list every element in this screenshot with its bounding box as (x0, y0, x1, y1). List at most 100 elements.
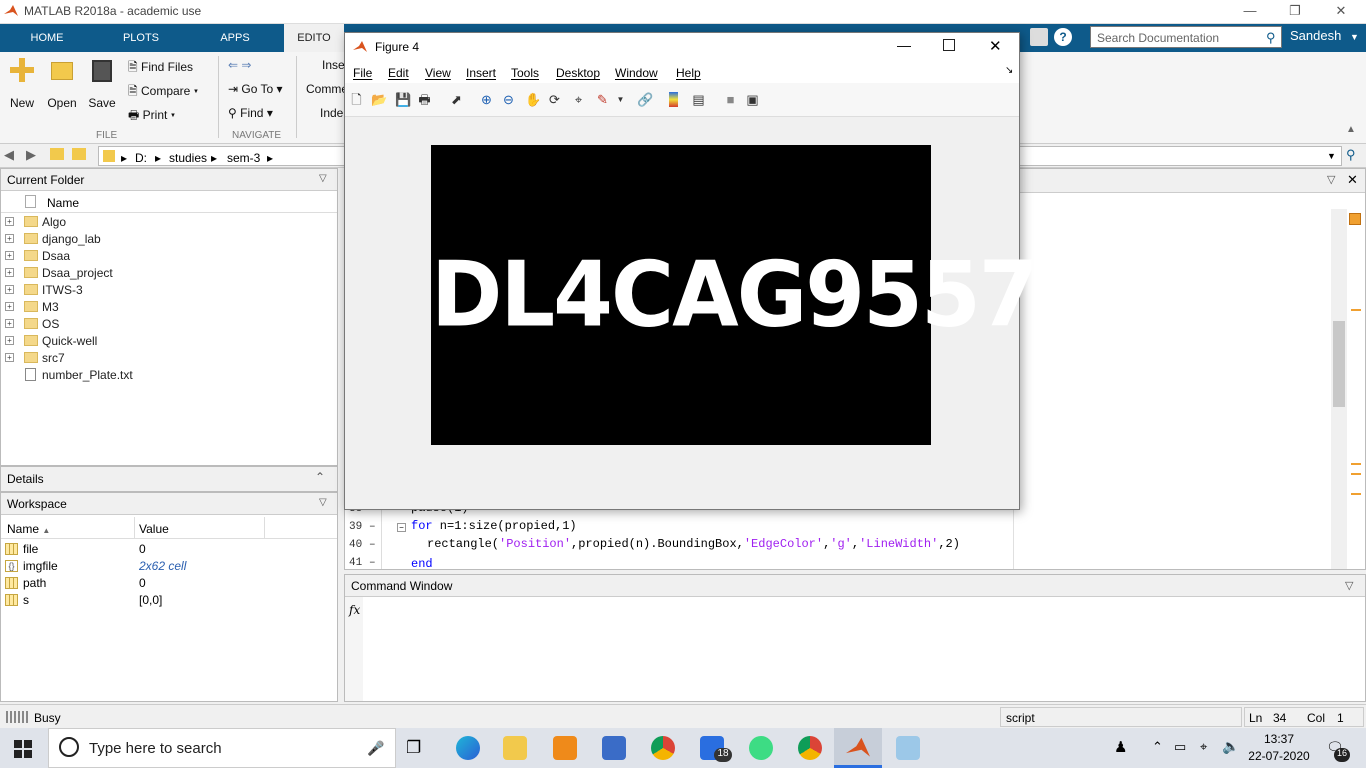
data-cursor-icon[interactable]: ⌖ (571, 92, 586, 107)
table-row[interactable]: path 0 (1, 575, 337, 592)
tab-plots[interactable]: PLOTS (94, 24, 188, 52)
wifi-icon[interactable]: ⌖ (1200, 739, 1207, 755)
volume-icon[interactable]: 🔈 (1222, 738, 1239, 755)
dock-icon[interactable]: ↘ (1005, 65, 1013, 76)
show-plot-tools-icon[interactable]: ▣ (745, 92, 760, 107)
crumb-drive[interactable]: D: (135, 151, 147, 165)
brush-icon[interactable]: ✎ (595, 92, 610, 107)
workspace-value-header[interactable]: Value (139, 522, 169, 536)
command-window-panel[interactable]: Command Window ▽ fx (344, 574, 1366, 702)
editor-scrollbar[interactable] (1331, 209, 1347, 569)
windows-start-icon[interactable] (14, 740, 32, 758)
search-documentation-input[interactable]: Search Documentation (1090, 26, 1282, 48)
list-item[interactable]: + M3 (1, 299, 337, 316)
app-icon[interactable] (896, 736, 920, 760)
microphone-icon[interactable]: 🎤 (367, 740, 384, 757)
new-figure-icon[interactable]: 🗋 (349, 92, 364, 107)
expand-icon[interactable]: + (5, 319, 14, 328)
print-figure-icon[interactable]: 🖶 (417, 92, 432, 107)
expand-icon[interactable]: + (5, 285, 14, 294)
compare-button[interactable]: 🗎 Compare ▾ (128, 82, 198, 103)
panel-menu-icon[interactable]: ▽ (1345, 579, 1353, 592)
search-icon[interactable]: ⚲ (1266, 30, 1276, 46)
details-panel[interactable]: Details ⌃ (0, 466, 338, 492)
warning-marker[interactable] (1351, 473, 1361, 475)
expand-icon[interactable]: ⌃ (315, 470, 325, 484)
edit-plot-icon[interactable]: ⬈ (449, 92, 464, 107)
clock-date[interactable]: 22-07-2020 (1246, 749, 1312, 763)
brush-dropdown-icon[interactable]: ▼ (613, 92, 628, 107)
user-menu[interactable]: Sandesh (1290, 28, 1341, 43)
table-row[interactable]: file 0 (1, 541, 337, 558)
panel-menu-icon[interactable]: ▽ (1327, 173, 1335, 186)
battery-icon[interactable]: ▭ (1174, 739, 1186, 755)
scrollbar-thumb[interactable] (1333, 321, 1345, 407)
fold-icon[interactable]: − (397, 523, 406, 532)
breakpoint-dash[interactable]: – (369, 521, 376, 533)
help-icon[interactable]: ? (1054, 28, 1072, 46)
panel-menu-icon[interactable]: ▽ (319, 173, 327, 184)
minimize-icon[interactable]: — (1235, 3, 1265, 18)
search-folder-icon[interactable]: ⚲ (1346, 147, 1356, 163)
list-item[interactable]: + Dsaa_project (1, 265, 337, 282)
save-figure-icon[interactable]: 💾 (395, 92, 411, 107)
task-view-icon[interactable]: ❐ (406, 738, 421, 758)
new-button[interactable]: New (6, 58, 38, 110)
warning-marker[interactable] (1351, 309, 1361, 311)
zoom-out-icon[interactable]: ⊖ (501, 92, 516, 107)
list-item[interactable]: + ITWS-3 (1, 282, 337, 299)
store-icon[interactable] (602, 736, 626, 760)
up-folder-icon[interactable] (50, 148, 64, 160)
figure-close-icon[interactable]: ✕ (989, 37, 1002, 55)
restore-icon[interactable]: ❐ (1280, 3, 1310, 19)
file-explorer-icon[interactable] (503, 736, 527, 760)
expand-icon[interactable]: + (5, 251, 14, 260)
go-to-button[interactable]: ⇥ Go To ▾ (228, 82, 283, 96)
menu-file[interactable]: File (353, 66, 372, 80)
menu-window[interactable]: Window (615, 66, 658, 80)
list-item[interactable]: + src7 (1, 350, 337, 367)
comment-button[interactable]: Comme (306, 82, 348, 96)
list-item[interactable]: + django_lab (1, 231, 337, 248)
chrome-icon[interactable] (651, 736, 675, 760)
panel-menu-icon[interactable]: ▽ (319, 497, 327, 508)
tab-apps[interactable]: APPS (188, 24, 282, 52)
edge-icon[interactable] (456, 736, 480, 760)
back-forward-icons[interactable]: ⇐ ⇒ (228, 58, 251, 72)
function-browser-icon[interactable]: fx (349, 603, 360, 617)
figure-title-bar[interactable]: Figure 4 — ✕ (345, 33, 1019, 61)
breakpoint-dash[interactable]: – (369, 539, 376, 551)
list-item[interactable]: + OS (1, 316, 337, 333)
collapse-ribbon-icon[interactable]: ▲ (1346, 124, 1356, 135)
insert-button[interactable]: Inse (322, 58, 345, 72)
open-button[interactable]: Open (46, 58, 78, 110)
close-icon[interactable]: ✕ (1326, 3, 1356, 19)
android-studio-icon[interactable] (749, 736, 773, 760)
menu-edit[interactable]: Edit (388, 66, 409, 80)
crumb-sem3[interactable]: sem-3 (227, 151, 260, 165)
menu-help[interactable]: Help (676, 66, 701, 80)
expand-icon[interactable]: + (5, 234, 14, 243)
back-icon[interactable]: ◀ (4, 147, 14, 163)
tray-chevron-icon[interactable]: ⌃ (1152, 739, 1163, 755)
workspace-name-header[interactable]: Name ▲ (7, 522, 50, 536)
link-plot-icon[interactable]: 🔗 (637, 92, 653, 107)
expand-icon[interactable]: + (5, 336, 14, 345)
list-item[interactable]: + Algo (1, 214, 337, 231)
list-item[interactable]: number_Plate.txt (1, 367, 337, 384)
save-button[interactable]: Save (86, 58, 118, 110)
colorbar-icon[interactable] (669, 92, 678, 107)
menu-desktop[interactable]: Desktop (556, 66, 600, 80)
table-row[interactable]: s [0,0] (1, 592, 337, 609)
print-button[interactable]: 🖶 Print ▾ (128, 106, 175, 127)
breakpoint-dash[interactable]: – (369, 557, 376, 569)
figure-window[interactable]: Figure 4 — ✕ File Edit View Insert Tools… (344, 32, 1039, 510)
taskbar-search-box[interactable]: Type here to search 🎤 (48, 728, 396, 768)
clock-time[interactable]: 13:37 (1246, 732, 1312, 746)
sublime-text-icon[interactable] (553, 736, 577, 760)
menu-insert[interactable]: Insert (466, 66, 496, 80)
pan-icon[interactable]: ✋ (525, 92, 541, 107)
warning-marker[interactable] (1351, 493, 1361, 495)
zoom-in-icon[interactable]: ⊕ (479, 92, 494, 107)
find-button[interactable]: ⚲ Find ▾ (228, 106, 273, 120)
